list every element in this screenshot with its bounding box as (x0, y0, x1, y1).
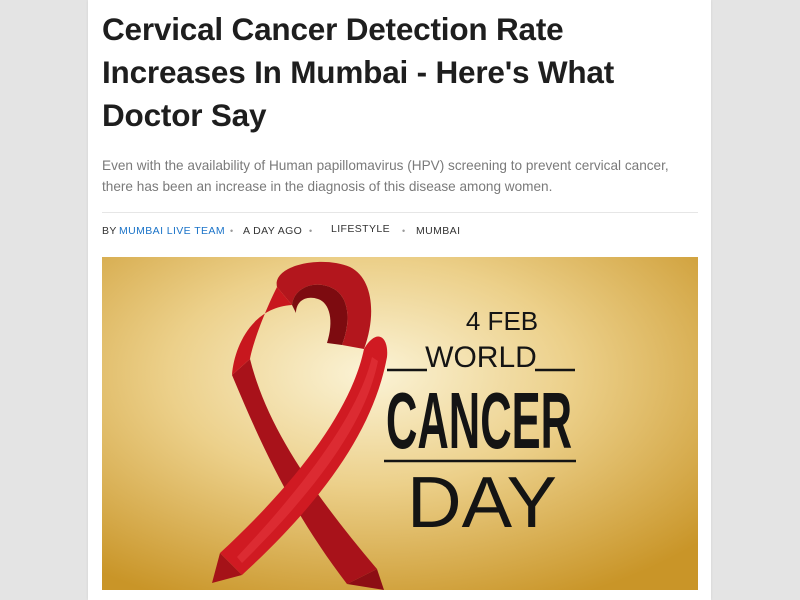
date-text: 4 FEB (466, 306, 538, 336)
world-text: WORLD (425, 341, 537, 374)
world-cancer-day-image: 4 FEB WORLD CANCER DAY (102, 257, 698, 590)
publish-time: A DAY AGO (243, 225, 303, 237)
meta-separator: • (309, 226, 313, 236)
article-meta: BY MUMBAI LIVE TEAM • A DAY AGO • LIFEST… (102, 223, 698, 239)
article-headline: Cervical Cancer Detection Rate Increases… (102, 11, 615, 133)
cancer-text: CANCER (386, 376, 572, 465)
article-page: Cervical Cancer Detection Rate Increases… (88, 0, 711, 600)
by-label: BY (102, 225, 117, 237)
meta-separator: • (230, 226, 234, 236)
article-summary: Even with the availability of Human papi… (102, 158, 669, 194)
category-link[interactable]: LIFESTYLE (331, 223, 390, 235)
meta-separator: • (402, 226, 406, 236)
author-link[interactable]: MUMBAI LIVE TEAM (119, 225, 225, 237)
hero-image: 4 FEB WORLD CANCER DAY (102, 257, 698, 590)
day-text: DAY (407, 463, 557, 543)
location-link[interactable]: MUMBAI (416, 225, 460, 237)
meta-divider (102, 212, 698, 213)
